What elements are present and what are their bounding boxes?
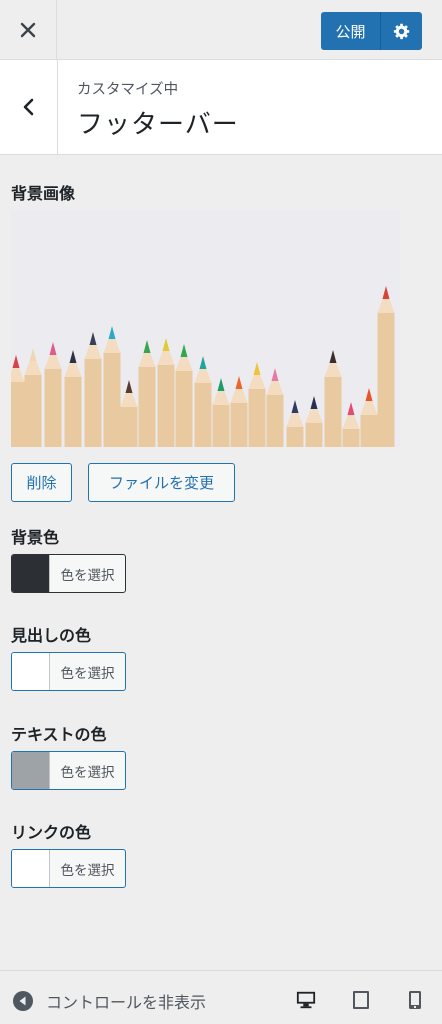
desktop-icon xyxy=(296,991,316,1009)
text-color-label: テキストの色 xyxy=(11,725,107,744)
pencil-body xyxy=(11,381,25,447)
chevron-left-icon xyxy=(23,98,33,116)
close-button[interactable] xyxy=(0,0,57,59)
pencil-body xyxy=(64,376,82,447)
pencil-body xyxy=(324,376,342,447)
link-color-picker[interactable]: 色を選択 xyxy=(11,849,126,888)
colored-pencils-image xyxy=(11,210,400,447)
pencil-body xyxy=(84,358,102,447)
pencil-body xyxy=(230,402,248,447)
pencil-body xyxy=(212,404,230,447)
remove-image-button[interactable]: 削除 xyxy=(11,463,72,502)
link-color-swatch xyxy=(12,850,50,887)
back-button[interactable] xyxy=(0,60,58,154)
pencil-body xyxy=(305,422,323,447)
customizer-footer: コントロールを非表示 xyxy=(0,970,442,1024)
link-color-label: リンクの色 xyxy=(11,823,92,842)
background-image-preview xyxy=(11,210,400,447)
change-image-button[interactable]: ファイルを変更 xyxy=(88,463,235,502)
section-header: カスタマイズ中 フッターバー xyxy=(0,60,442,155)
background-color-swatch xyxy=(12,555,50,592)
arrow-left-circle-icon xyxy=(13,991,33,1011)
background-color-picker[interactable]: 色を選択 xyxy=(11,554,126,593)
color-picker-label: 色を選択 xyxy=(60,764,115,781)
section-title: フッターバー xyxy=(77,110,239,140)
pencil-body xyxy=(120,406,138,447)
pencil-body xyxy=(138,366,156,447)
customizer-header: 公開 xyxy=(0,0,442,60)
collapse-sidebar-button[interactable]: コントロールを非表示 xyxy=(12,989,206,1013)
background-image-label: 背景画像 xyxy=(11,184,76,203)
collapse-label: コントロールを非表示 xyxy=(46,993,207,1012)
tablet-icon xyxy=(353,991,369,1009)
mobile-preview-button[interactable] xyxy=(405,990,425,1010)
text-color-picker[interactable]: 色を選択 xyxy=(11,751,126,790)
pencil-body xyxy=(24,374,42,447)
background-color-label: 背景色 xyxy=(11,528,60,547)
pencil-body xyxy=(377,312,395,447)
publish-settings-button[interactable] xyxy=(381,12,422,50)
tablet-preview-button[interactable] xyxy=(351,990,371,1010)
heading-color-swatch xyxy=(12,653,50,690)
text-color-swatch xyxy=(12,752,50,789)
desktop-preview-button[interactable] xyxy=(296,990,316,1010)
pencil-body xyxy=(103,352,121,447)
pencil-body xyxy=(286,426,304,447)
publish-group: 公開 xyxy=(321,12,422,50)
publish-button[interactable]: 公開 xyxy=(321,12,381,50)
pencil-body xyxy=(194,382,212,447)
pencil-body xyxy=(342,428,360,447)
gear-icon xyxy=(393,23,409,40)
breadcrumb: カスタマイズ中 xyxy=(77,82,179,98)
color-picker-label: 色を選択 xyxy=(60,862,115,879)
pencil-body xyxy=(157,364,175,447)
heading-color-label: 見出しの色 xyxy=(11,626,92,645)
heading-color-picker[interactable]: 色を選択 xyxy=(11,652,126,691)
color-picker-label: 色を選択 xyxy=(60,665,115,682)
pencil-body xyxy=(44,368,62,447)
close-icon xyxy=(20,22,36,37)
pencil-body xyxy=(360,414,378,447)
pencil-body xyxy=(248,388,266,447)
color-picker-label: 色を選択 xyxy=(60,567,115,584)
pencil-body xyxy=(266,394,284,447)
pencil-body xyxy=(175,370,193,447)
mobile-icon xyxy=(409,991,421,1009)
